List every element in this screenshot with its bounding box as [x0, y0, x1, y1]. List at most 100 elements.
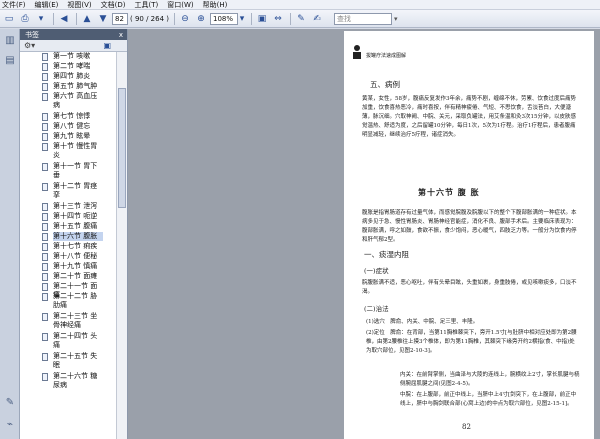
attachment-icon[interactable]: ⌁ [3, 417, 17, 431]
chapter-paragraph: 腹胀是指胃肠道存有过量气体，而感觉脘腹及脘腹以下的整个下腹部胀满的一种症状。本病… [362, 210, 577, 243]
zoom-in-icon[interactable]: ⊕ [194, 12, 208, 26]
previous-page-icon[interactable]: ▲ [80, 12, 94, 26]
page-number-input[interactable]: 82 [112, 12, 128, 25]
search-input[interactable]: 查找 [334, 12, 392, 25]
zoom-out-icon[interactable]: ⊖ [178, 12, 192, 26]
toolbar-separator [174, 12, 175, 25]
menu-window[interactable]: 窗口(W) [167, 0, 193, 10]
new-bookmark-icon[interactable]: ▣ [103, 41, 111, 50]
print-icon[interactable]: ⎙ [18, 12, 32, 26]
bookmark-label: 第十五节 腹痛 [53, 222, 98, 230]
bookmark-page-icon [42, 143, 48, 151]
panel-header: 书签 x [20, 29, 127, 40]
panel-title: 书签 [25, 30, 39, 39]
bookmark-label: 第五节 肺气肿 [53, 82, 98, 90]
bookmark-item[interactable]: 第二十三节 坐骨神经痛 [20, 312, 116, 332]
bookmark-item[interactable]: 第一节 咳嗽 [20, 52, 116, 62]
bookmark-label: 第二十二节 胁肋痛 [53, 292, 98, 309]
chevron-down-icon[interactable]: ▾ [238, 12, 246, 26]
bookmark-label: 第二十三节 坐骨神经痛 [53, 312, 98, 329]
bookmark-item[interactable]: 第十五节 腹痛 [20, 222, 116, 232]
bookmark-label: 第二十节 面瘫 [53, 272, 98, 280]
bookmark-page-icon [42, 373, 48, 381]
menu-edit[interactable]: 编辑(E) [35, 0, 59, 10]
treatment-heading: (二)治法 [364, 305, 389, 313]
bookmark-page-icon [42, 73, 48, 81]
comment-icon[interactable]: ✎ [294, 12, 308, 26]
bookmark-page-icon [42, 53, 48, 61]
bookmark-item[interactable]: 第十七节 痢疾 [20, 242, 116, 252]
menu-tools[interactable]: 工具(T) [135, 0, 159, 10]
bookmark-page-icon [42, 353, 48, 361]
menu-view[interactable]: 视图(V) [67, 0, 91, 10]
bookmark-page-icon [42, 313, 48, 321]
toolbar-separator [76, 12, 77, 25]
bookmark-item[interactable]: 第六节 高血压病 [20, 92, 116, 112]
chevron-down-icon[interactable]: ▾ [34, 12, 48, 26]
toolbar: ▭ ⎙ ▾ ◀ ▲ ▼ 82 ( 90 / 264 ) ⊖ ⊕ 108% ▾ ▣… [0, 10, 600, 28]
bookmark-page-icon [42, 293, 48, 301]
bookmark-item[interactable]: 第二十四节 头痛 [20, 332, 116, 352]
panel-toolbar: ⚙▾ ▣ [20, 40, 127, 52]
bookmark-item[interactable]: 第十二节 胃痉挛 [20, 182, 116, 202]
bookmarks-icon[interactable]: ▤ [3, 53, 17, 67]
bookmark-item[interactable]: 第十四节 呃逆 [20, 212, 116, 222]
bookmark-label: 第十六节 腹胀 [53, 232, 103, 241]
fit-page-icon[interactable]: ▣ [255, 12, 269, 26]
bookmark-item[interactable]: 第八节 健忘 [20, 122, 116, 132]
bookmark-item[interactable]: 第四节 肺炎 [20, 72, 116, 82]
menu-document[interactable]: 文档(D) [101, 0, 126, 10]
bookmark-page-icon [42, 333, 48, 341]
bookmark-item[interactable]: 第二节 哮喘 [20, 62, 116, 72]
bookmark-item[interactable]: 第七节 惊悸 [20, 112, 116, 122]
bookmark-label: 第二十六节 糖尿病 [53, 372, 98, 389]
bookmark-page-icon [42, 123, 48, 131]
bookmark-item[interactable]: 第十节 慢性胃炎 [20, 142, 116, 162]
page-number: 82 [462, 423, 471, 431]
bookmark-label: 第四节 肺炎 [53, 72, 91, 80]
back-icon[interactable]: ◀ [57, 12, 71, 26]
bookmark-item[interactable]: 第二十二节 胁肋痛 [20, 292, 116, 312]
document-area[interactable]: 拔罐疗法速成图解 五、病例 黄某，女性，58岁，腹痛反复发作3年余，痛势不剧，缠… [128, 29, 600, 439]
search-options-icon[interactable]: ▾ [394, 15, 398, 23]
folder-open-icon[interactable]: ▭ [2, 12, 16, 26]
bookmark-label: 第二节 哮喘 [53, 62, 91, 70]
pages-icon[interactable]: ▥ [3, 33, 17, 47]
chapter-title: 第十六节 腹 胀 [418, 187, 480, 197]
next-page-icon[interactable]: ▼ [96, 12, 110, 26]
bookmark-page-icon [42, 83, 48, 91]
bookmark-page-icon [42, 63, 48, 71]
bookmark-item[interactable]: 第十六节 腹胀 [20, 232, 116, 242]
bookmark-item[interactable]: 第二十六节 糖尿病 [20, 372, 116, 392]
neiguan-paragraph: 内关：在前臂掌侧，当曲泽与大陵的连线上，腕横纹上2寸，掌长肌腱与桡侧腕屈肌腱之间… [400, 372, 580, 387]
bookmark-item[interactable]: 第二十一节 面痛 [20, 282, 116, 299]
tools-icon[interactable]: ✎ [3, 395, 17, 409]
bookmark-label: 第一节 咳嗽 [53, 52, 91, 60]
menu-help[interactable]: 帮助(H) [203, 0, 228, 10]
bookmark-item[interactable]: 第二十五节 失眠 [20, 352, 116, 372]
bookmark-label: 第八节 健忘 [53, 122, 91, 130]
bookmark-item[interactable]: 第十一节 胃下垂 [20, 162, 116, 182]
bookmark-item[interactable]: 第五节 肺气肿 [20, 82, 116, 92]
bookmark-list: 第一节 咳嗽 第二节 哮喘 第四节 肺炎 第五节 肺气肿 第六节 高血压病 第七节 惊悸第… [20, 52, 116, 439]
close-icon[interactable]: x [119, 31, 123, 39]
case-paragraph: 黄某，女性，58岁，腹痛反复发作3年余，痛势不剧，缠绵不休，劳累、饮食过度后痛势… [362, 96, 577, 138]
bookmark-item[interactable]: 第十九节 慎痛 [20, 262, 116, 272]
bookmark-item[interactable]: 第十三节 泄泻 [20, 202, 116, 212]
sign-icon[interactable]: ✍ [310, 12, 324, 26]
bookmark-page-icon [42, 223, 48, 231]
bookmark-item[interactable]: 第二十节 面瘫 [20, 272, 116, 282]
bookmark-item[interactable]: 第九节 眩晕 [20, 132, 116, 142]
location-paragraph: (2)定位 脾俞：在背部，当第11胸椎棘突下，旁开1.5寸[与肚脐中相对应处即为… [366, 330, 577, 354]
scrollbar[interactable] [116, 52, 127, 439]
scroll-thumb[interactable] [118, 88, 126, 208]
fit-width-icon[interactable]: ⇔ [271, 12, 285, 26]
points-line: (1)选穴 脾俞、内关、中脘、足三里、丰隆。 [366, 319, 479, 325]
menu-bar: 文件(F) 编辑(E) 视图(V) 文档(D) 工具(T) 窗口(W) 帮助(H… [0, 0, 600, 10]
bookmark-item[interactable]: 第十八节 便秘 [20, 252, 116, 262]
options-icon[interactable]: ⚙▾ [24, 41, 35, 50]
bookmark-label: 第九节 眩晕 [53, 132, 91, 140]
menu-file[interactable]: 文件(F) [2, 0, 26, 10]
zoom-input[interactable]: 108% [210, 12, 238, 25]
bookmark-page-icon [42, 133, 48, 141]
